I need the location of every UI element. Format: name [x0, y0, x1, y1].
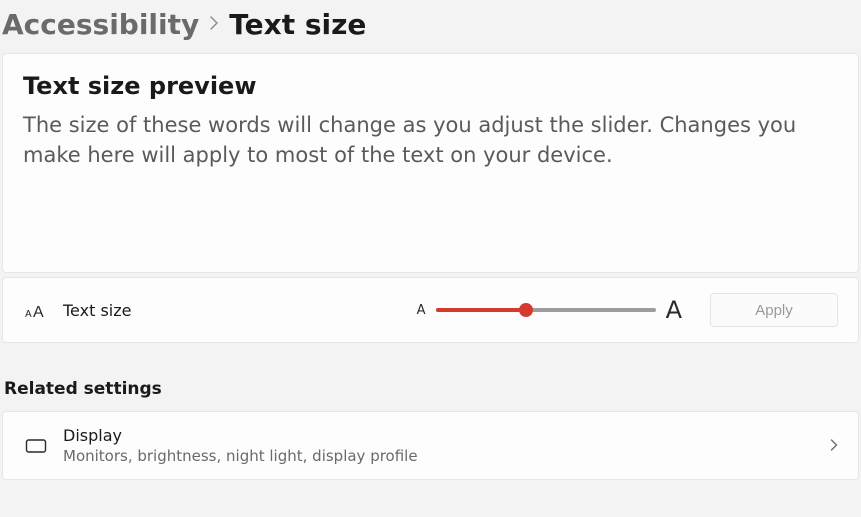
slider-min-glyph: A [417, 303, 426, 318]
related-item-title: Display [63, 426, 816, 445]
breadcrumb-parent-link[interactable]: Accessibility [2, 8, 199, 41]
preview-body-text: The size of these words will change as y… [23, 110, 838, 171]
text-size-preview-card: Text size preview The size of these word… [2, 53, 859, 273]
text-size-icon: A A [23, 301, 49, 319]
chevron-right-icon [830, 436, 838, 455]
svg-text:A: A [33, 304, 44, 319]
text-size-slider-row: A A Text size A A Apply [2, 277, 859, 343]
svg-text:A: A [25, 309, 32, 319]
related-item-subtitle: Monitors, brightness, night light, displ… [63, 447, 816, 465]
slider-label: Text size [63, 301, 403, 320]
related-settings-header: Related settings [4, 379, 859, 399]
preview-title: Text size preview [23, 72, 838, 100]
slider-max-glyph: A [666, 296, 682, 324]
display-icon [23, 438, 49, 454]
related-display-row[interactable]: Display Monitors, brightness, night ligh… [2, 411, 859, 480]
breadcrumb: Accessibility Text size [2, 4, 859, 53]
apply-button[interactable]: Apply [710, 293, 838, 327]
chevron-right-icon [209, 14, 219, 35]
text-size-slider[interactable] [436, 301, 656, 319]
breadcrumb-current: Text size [229, 8, 366, 41]
